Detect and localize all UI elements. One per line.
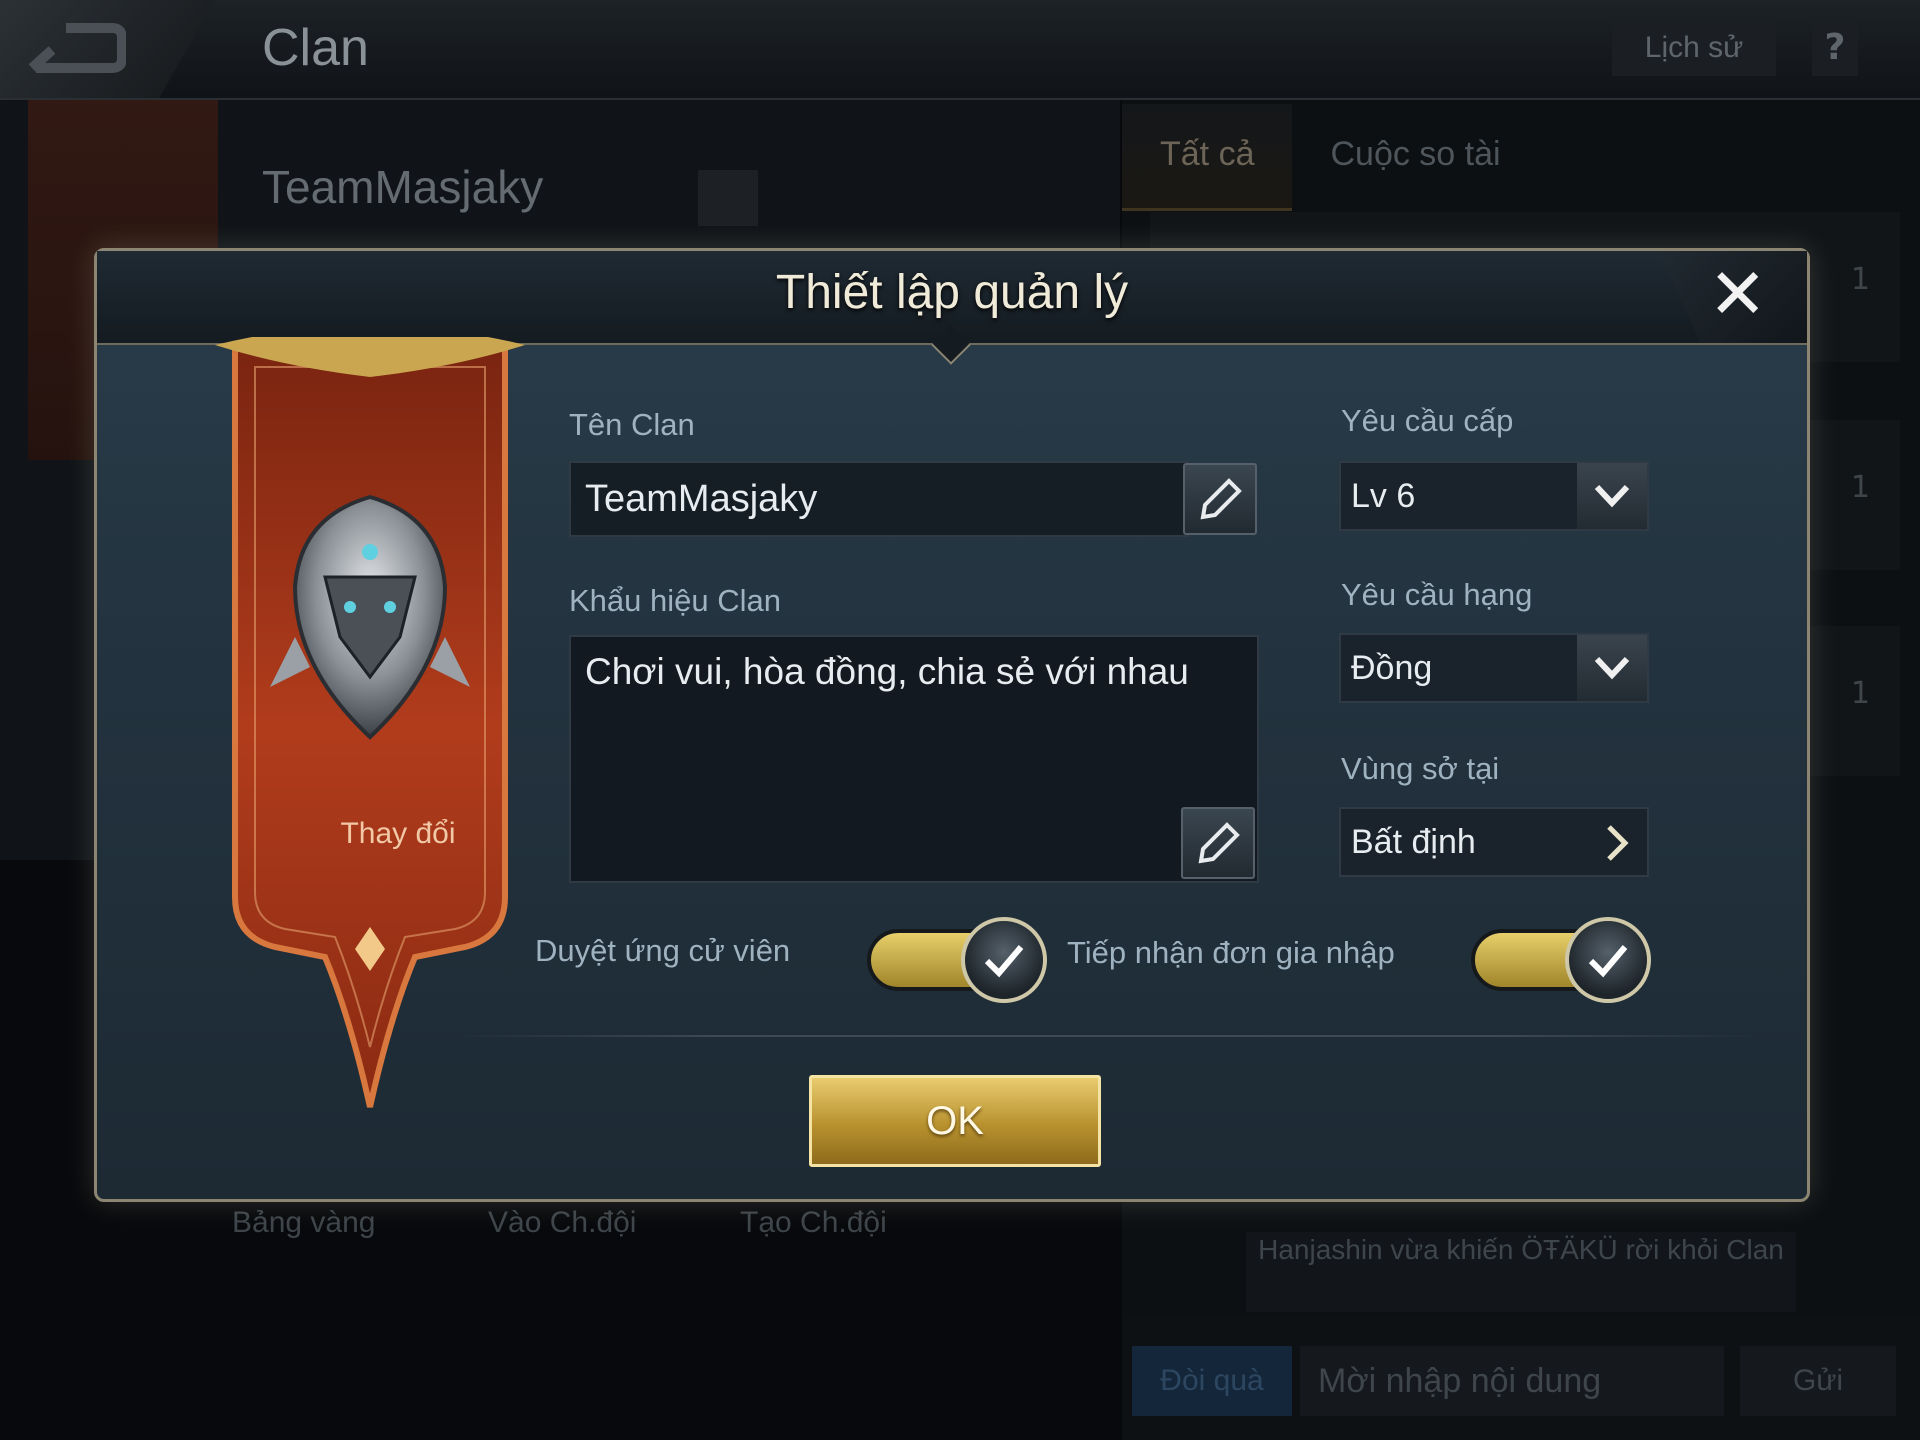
clan-settings-button[interactable] — [698, 170, 758, 226]
pencil-icon — [1198, 822, 1240, 864]
checkmark-icon — [984, 945, 1024, 978]
change-banner-label[interactable]: Thay đổi — [273, 817, 523, 851]
feed-item-count: 1 — [1850, 470, 1870, 505]
pencil-icon — [1200, 478, 1242, 520]
edit-clan-name-button[interactable] — [1183, 463, 1257, 535]
rank-requirement-select[interactable]: Đồng — [1339, 633, 1649, 703]
accept-applications-toggle[interactable] — [1471, 917, 1651, 1003]
level-requirement-label: Yêu cầu cấp — [1341, 403, 1514, 438]
checkmark-icon — [1588, 945, 1628, 978]
level-requirement-select[interactable]: Lv 6 — [1339, 461, 1649, 531]
clan-banner[interactable] — [215, 337, 525, 1137]
rank-requirement-value: Đồng — [1351, 649, 1433, 687]
join-team-link[interactable]: Vào Ch.đội — [488, 1206, 636, 1240]
top-bar: Clan Lịch sử ? — [0, 0, 1920, 100]
edit-slogan-button[interactable] — [1181, 807, 1255, 879]
rank-requirement-label: Yêu cầu hạng — [1341, 577, 1533, 612]
toggle-knob — [1565, 917, 1651, 1003]
region-select[interactable]: Bất định — [1339, 807, 1649, 877]
clan-name-background: TeamMasjaky — [262, 161, 544, 213]
feed-message: Hanjashin vừa khiến ÖŦÄKÜ rời khỏi Clan — [1246, 1232, 1796, 1312]
level-requirement-value: Lv 6 — [1351, 477, 1416, 515]
request-gift-button[interactable]: Đòi quà — [1132, 1346, 1292, 1416]
chevron-down-icon — [1577, 635, 1647, 701]
region-label: Vùng sở tại — [1341, 751, 1500, 786]
management-settings-dialog: Thiết lập quản lý ✕ Thay đổi Tên Clan Te… — [94, 248, 1810, 1202]
create-team-link[interactable]: Tạo Ch.đội — [740, 1206, 887, 1240]
send-button[interactable]: Gửi — [1740, 1346, 1896, 1416]
back-button[interactable] — [0, 0, 215, 98]
page-title: Clan — [262, 19, 369, 77]
feed-tabs: Tất cả Cuộc so tài — [1122, 104, 1920, 211]
dialog-title: Thiết lập quản lý — [775, 266, 1129, 319]
slogan-field[interactable]: Chơi vui, hòa đồng, chia sẻ với nhau — [569, 635, 1259, 883]
accept-applications-label: Tiếp nhận đơn gia nhập — [1067, 935, 1395, 970]
ok-button[interactable]: OK — [809, 1075, 1101, 1167]
feed-item-count: 1 — [1850, 262, 1870, 297]
divider — [457, 1035, 1757, 1037]
feed-item-count: 1 — [1850, 676, 1870, 711]
history-button[interactable]: Lịch sử — [1612, 20, 1776, 76]
chevron-right-icon — [1607, 825, 1629, 861]
approve-candidates-label: Duyệt ứng cử viên — [535, 933, 791, 968]
leaderboard-link[interactable]: Bảng vàng — [232, 1206, 375, 1240]
clan-name-field[interactable]: TeamMasjaky — [569, 461, 1189, 537]
back-icon — [28, 23, 126, 73]
region-value: Bất định — [1351, 823, 1476, 861]
slogan-label: Khẩu hiệu Clan — [569, 583, 781, 618]
tab-contest[interactable]: Cuộc so tài — [1292, 104, 1538, 208]
tab-all[interactable]: Tất cả — [1122, 104, 1293, 211]
approve-candidates-toggle[interactable] — [867, 917, 1047, 1003]
chat-input[interactable]: Mời nhập nội dung — [1300, 1346, 1724, 1416]
toggle-knob — [961, 917, 1047, 1003]
close-icon: ✕ — [1708, 253, 1767, 335]
help-button[interactable]: ? — [1812, 20, 1858, 76]
clan-name-label: Tên Clan — [569, 407, 695, 442]
chevron-down-icon — [1577, 463, 1647, 529]
